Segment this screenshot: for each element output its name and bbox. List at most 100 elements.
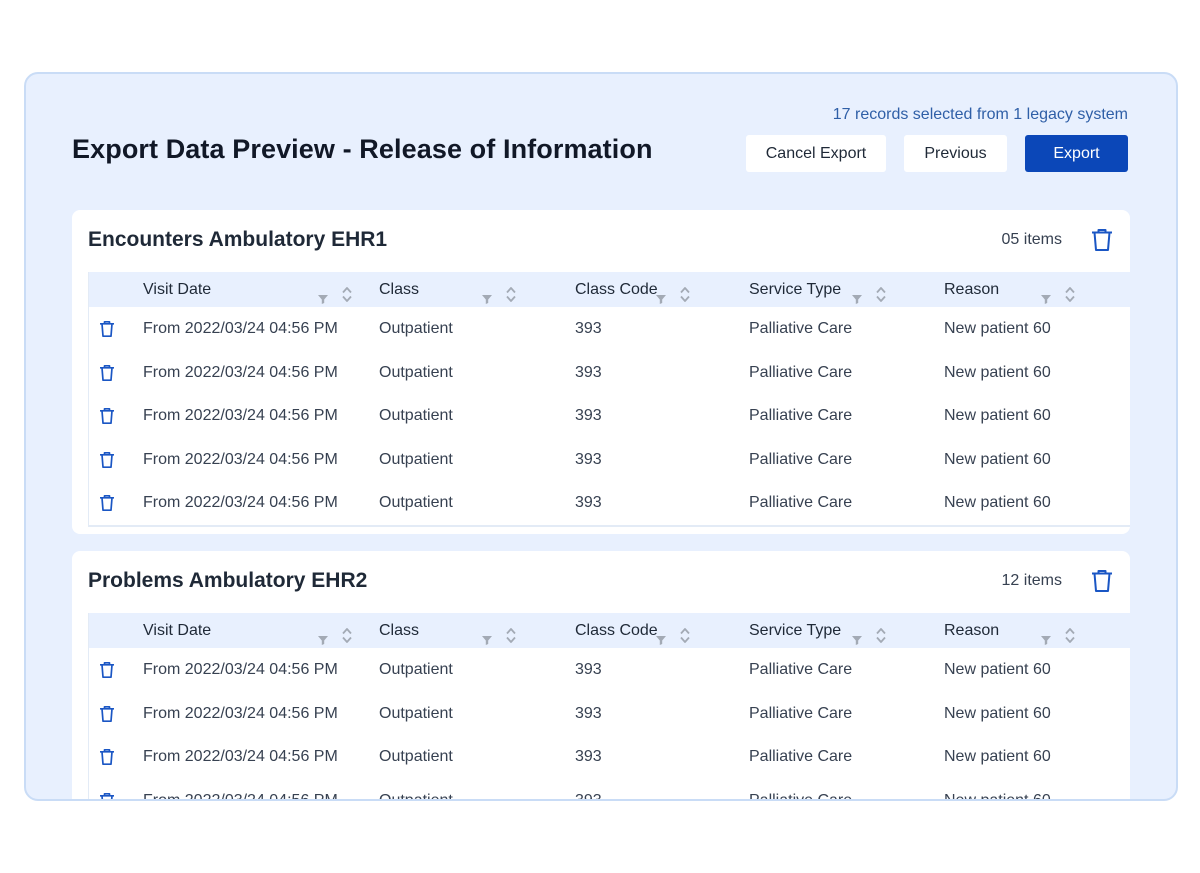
- column-header-label: Class Code: [575, 281, 658, 298]
- filter-icon[interactable]: [1040, 624, 1052, 645]
- table-cell: Palliative Care: [749, 791, 853, 801]
- trash-icon[interactable]: [99, 320, 115, 338]
- sort-icon[interactable]: [506, 622, 516, 643]
- table-cell: From 2022/03/24 04:56 PM: [143, 407, 338, 424]
- table-cell: New patient 60: [944, 494, 1051, 511]
- table-cell: From 2022/03/24 04:56 PM: [143, 748, 338, 765]
- previous-button[interactable]: Previous: [904, 135, 1007, 172]
- column-header[interactable]: Reason: [944, 272, 1130, 307]
- filter-icon[interactable]: [851, 283, 863, 304]
- sort-icon[interactable]: [680, 622, 690, 643]
- page-title: Export Data Preview - Release of Informa…: [72, 134, 653, 164]
- encounters-panel: Encounters Ambulatory EHR1 05 items Visi…: [72, 210, 1130, 534]
- column-header[interactable]: Service Type: [749, 272, 944, 307]
- table-cell: From 2022/03/24 04:56 PM: [143, 661, 338, 678]
- sort-icon[interactable]: [680, 281, 690, 302]
- table-cell: Outpatient: [379, 661, 453, 678]
- column-header[interactable]: Visit Date: [143, 613, 379, 648]
- table-cell: 393: [575, 407, 602, 424]
- table-cell: Palliative Care: [749, 704, 853, 722]
- sort-icon[interactable]: [876, 622, 886, 643]
- table-cell: Outpatient: [379, 748, 453, 765]
- column-header[interactable]: Class Code: [575, 272, 749, 307]
- table-cell: Outpatient: [379, 704, 453, 722]
- table-cell: New patient 60: [944, 748, 1051, 765]
- column-header-label: Visit Date: [143, 281, 212, 298]
- toolbar: Cancel Export Previous Export: [746, 135, 1128, 172]
- trash-icon[interactable]: [99, 748, 115, 766]
- table-cell: Palliative Care: [749, 320, 853, 337]
- table-cell: Palliative Care: [749, 363, 853, 381]
- column-header-label: Service Type: [749, 622, 842, 639]
- table-cell: From 2022/03/24 04:56 PM: [143, 450, 338, 468]
- selection-info: 17 records selected from 1 legacy system: [832, 106, 1128, 123]
- trash-icon[interactable]: [99, 792, 115, 799]
- trash-icon[interactable]: [99, 494, 115, 512]
- table-cell: 393: [575, 748, 602, 765]
- table-row: From 2022/03/24 04:56 PM Outpatient 393 Pal…: [89, 735, 1130, 779]
- trash-icon[interactable]: [1090, 227, 1114, 253]
- table-row: From 2022/03/24 04:56 PM Outpatient 393 Pal…: [89, 394, 1130, 438]
- column-header-label: Service Type: [749, 281, 842, 298]
- column-header[interactable]: Visit Date: [143, 272, 379, 307]
- filter-icon[interactable]: [655, 283, 667, 304]
- table-cell: Palliative Care: [749, 748, 853, 765]
- filter-icon[interactable]: [655, 624, 667, 645]
- trash-icon[interactable]: [99, 705, 115, 723]
- filter-icon[interactable]: [317, 624, 329, 645]
- export-preview-window: 17 records selected from 1 legacy system…: [24, 72, 1178, 801]
- sort-icon[interactable]: [1065, 281, 1075, 302]
- table-row: From 2022/03/24 04:56 PM Outpatient 393 Pal…: [89, 648, 1130, 692]
- data-table: Visit Date Class Class Code Service Type Rea…: [88, 613, 1130, 801]
- filter-icon[interactable]: [481, 624, 493, 645]
- filter-icon[interactable]: [851, 624, 863, 645]
- trash-icon[interactable]: [99, 451, 115, 469]
- column-header-label: Class: [379, 622, 420, 639]
- column-header[interactable]: Class Code: [575, 613, 749, 648]
- column-header-label: Visit Date: [143, 622, 212, 639]
- table-cell: Palliative Care: [749, 407, 853, 424]
- table-cell: 393: [575, 494, 602, 511]
- table-cell: New patient 60: [944, 791, 1051, 801]
- sort-icon[interactable]: [506, 281, 516, 302]
- table-cell: Outpatient: [379, 320, 453, 337]
- trash-icon[interactable]: [99, 407, 115, 425]
- table-row: From 2022/03/24 04:56 PM Outpatient 393 Pal…: [89, 307, 1130, 351]
- table-row: From 2022/03/24 04:56 PM Outpatient 393 Pal…: [89, 351, 1130, 395]
- cancel-export-button[interactable]: Cancel Export: [746, 135, 886, 172]
- column-header[interactable]: Reason: [944, 613, 1130, 648]
- trash-icon[interactable]: [1090, 568, 1114, 594]
- filter-icon[interactable]: [1040, 283, 1052, 304]
- table-cell: New patient 60: [944, 320, 1051, 337]
- export-button[interactable]: Export: [1025, 135, 1128, 172]
- table-body: From 2022/03/24 04:56 PM Outpatient 393 Pal…: [89, 307, 1130, 525]
- sort-icon[interactable]: [342, 281, 352, 302]
- panel-item-count: 05 items: [1001, 231, 1062, 248]
- table-cell: Outpatient: [379, 450, 453, 468]
- column-header[interactable]: Class: [379, 272, 575, 307]
- column-header-label: Class Code: [575, 622, 658, 639]
- filter-icon[interactable]: [317, 283, 329, 304]
- column-header-label: Reason: [944, 622, 1000, 639]
- table-row: From 2022/03/24 04:56 PM Outpatient 393 Pal…: [89, 481, 1130, 525]
- table-cell: From 2022/03/24 04:56 PM: [143, 791, 338, 801]
- panel-item-count: 12 items: [1001, 572, 1062, 589]
- table-cell: 393: [575, 450, 602, 468]
- table-cell: Outpatient: [379, 494, 453, 511]
- problems-panel: Problems Ambulatory EHR2 12 items Visit …: [72, 551, 1130, 801]
- table-cell: 393: [575, 791, 602, 801]
- column-header[interactable]: Class: [379, 613, 575, 648]
- table-cell: 393: [575, 320, 602, 337]
- panel-title: Encounters Ambulatory EHR1: [88, 228, 388, 251]
- sort-icon[interactable]: [342, 622, 352, 643]
- sort-icon[interactable]: [876, 281, 886, 302]
- column-header-label: Reason: [944, 281, 1000, 298]
- table-cell: From 2022/03/24 04:56 PM: [143, 494, 338, 511]
- sort-icon[interactable]: [1065, 622, 1075, 643]
- table-cell: Outpatient: [379, 363, 453, 381]
- filter-icon[interactable]: [481, 283, 493, 304]
- table-cell: Outpatient: [379, 791, 453, 801]
- trash-icon[interactable]: [99, 661, 115, 679]
- trash-icon[interactable]: [99, 364, 115, 382]
- column-header[interactable]: Service Type: [749, 613, 944, 648]
